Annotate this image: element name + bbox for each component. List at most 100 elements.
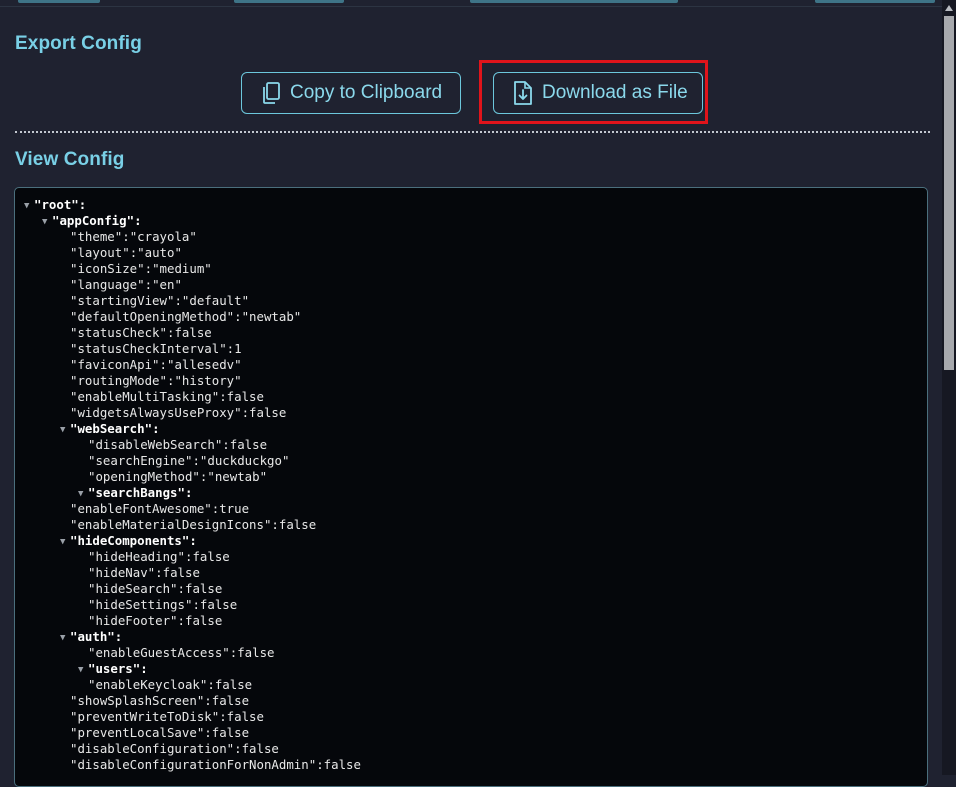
tree-node[interactable]: ▼ "users":	[78, 661, 148, 677]
config-value: "newtab"	[207, 469, 268, 484]
vertical-scrollbar[interactable]	[942, 0, 956, 775]
config-key: "language"	[70, 277, 145, 292]
export-config-heading: Export Config	[15, 33, 142, 54]
config-value: "default"	[181, 293, 250, 308]
config-key: "hideNav"	[88, 565, 156, 580]
config-key: "enableGuestAccess"	[88, 645, 230, 660]
view-config-heading: View Config	[15, 149, 125, 170]
tree-leaf: "faviconApi":"allesedv"	[70, 357, 242, 373]
config-key: "statusCheckInterval"	[70, 341, 227, 356]
config-separator: :	[152, 421, 160, 436]
config-key: "hideSearch"	[88, 581, 178, 596]
tree-node[interactable]: ▼ "webSearch":	[60, 421, 160, 437]
config-value: false	[249, 405, 287, 420]
section-divider	[15, 131, 930, 133]
config-separator: :	[192, 453, 200, 468]
tree-leaf: "hideNav":false	[88, 565, 200, 581]
tree-leaf: "defaultOpeningMethod":"newtab"	[70, 309, 301, 325]
triangle-down-icon[interactable]: ▼	[78, 486, 88, 502]
config-value: false	[323, 757, 361, 772]
highlight-annotation-box	[479, 60, 708, 124]
config-separator: :	[144, 277, 153, 292]
config-separator: :	[219, 709, 227, 724]
config-key: "hideComponents"	[70, 533, 190, 548]
tree-leaf: "layout":"auto"	[70, 245, 182, 261]
config-key: "openingMethod"	[88, 469, 200, 484]
config-key: "disableConfiguration"	[70, 741, 235, 756]
config-separator: :	[189, 533, 197, 548]
config-key: "showSplashScreen"	[70, 693, 205, 708]
triangle-down-icon[interactable]: ▼	[60, 422, 70, 438]
tree-node[interactable]: ▼ "auth":	[60, 629, 122, 645]
config-value: false	[278, 517, 317, 532]
config-separator: :	[204, 693, 212, 708]
tree-leaf: "theme":"crayola"	[70, 229, 197, 245]
config-key: "auth"	[70, 629, 115, 644]
config-key: "webSearch"	[70, 421, 153, 436]
scroll-up-arrow-icon[interactable]	[942, 0, 956, 16]
config-value: false	[211, 725, 250, 740]
tree-leaf: "iconSize":"medium"	[70, 261, 212, 277]
config-json-viewer[interactable]: ▼ "root": ▼ "appConfig": "theme":"crayola" "l…	[14, 187, 928, 787]
config-separator: :	[140, 661, 148, 676]
config-key: "searchBangs"	[88, 485, 185, 500]
triangle-down-icon[interactable]: ▼	[60, 534, 70, 550]
config-separator: :	[78, 197, 87, 212]
config-key: "enableMaterialDesignIcons"	[70, 517, 272, 532]
config-key: "statusCheck"	[70, 325, 167, 340]
config-key: "searchEngine"	[88, 453, 193, 468]
config-separator: :	[177, 613, 185, 628]
tree-node[interactable]: ▼ "hideComponents":	[60, 533, 197, 549]
config-separator: :	[234, 309, 242, 324]
config-key: "theme"	[70, 229, 123, 244]
config-key: "layout"	[70, 245, 130, 260]
config-key: "startingView"	[70, 293, 175, 308]
triangle-down-icon[interactable]: ▼	[42, 214, 52, 230]
tree-node[interactable]: ▼ "appConfig":	[42, 213, 142, 229]
tree-leaf: "showSplashScreen":false	[70, 693, 249, 709]
config-value: "duckduckgo"	[199, 453, 290, 468]
config-separator: :	[234, 741, 242, 756]
config-separator: :	[204, 725, 212, 740]
config-separator: :	[122, 229, 130, 244]
config-separator: :	[144, 261, 153, 276]
scrollbar-thumb[interactable]	[944, 16, 954, 370]
config-key: "root"	[34, 197, 79, 212]
config-separator: :	[192, 597, 200, 612]
config-separator: :	[316, 757, 324, 772]
config-separator: :	[207, 677, 215, 692]
tree-leaf: "preventWriteToDisk":false	[70, 709, 264, 725]
tree-leaf: "startingView":"default"	[70, 293, 249, 309]
triangle-down-icon[interactable]: ▼	[60, 630, 70, 646]
tree-leaf: "openingMethod":"newtab"	[88, 469, 267, 485]
config-key: "users"	[88, 661, 141, 676]
config-separator: :	[222, 437, 230, 452]
tree-leaf: "enableFontAwesome":true	[70, 501, 249, 517]
copy-button-label: Copy to Clipboard	[290, 82, 443, 103]
config-separator: :	[174, 293, 182, 308]
config-separator: :	[177, 581, 185, 596]
config-separator: :	[226, 341, 235, 356]
tree-leaf: "hideSettings":false	[88, 597, 237, 613]
config-value: false	[185, 613, 223, 628]
config-value: false	[226, 389, 264, 404]
config-key: "appConfig"	[52, 213, 135, 228]
tree-leaf: "hideSearch":false	[88, 581, 222, 597]
copy-to-clipboard-button[interactable]: Copy to Clipboard	[241, 72, 461, 114]
config-key: "preventLocalSave"	[70, 725, 205, 740]
tree-leaf: "preventLocalSave":false	[70, 725, 249, 741]
config-key: "enableKeycloak"	[88, 677, 208, 692]
triangle-down-icon[interactable]: ▼	[78, 662, 88, 678]
tree-leaf: "enableKeycloak":false	[88, 677, 252, 693]
config-separator: :	[155, 565, 163, 580]
config-separator: :	[271, 517, 279, 532]
tree-leaf: "hideFooter":false	[88, 613, 222, 629]
config-value: false	[214, 677, 253, 692]
triangle-down-icon[interactable]: ▼	[24, 198, 34, 214]
tree-node[interactable]: ▼ "searchBangs":	[78, 485, 192, 501]
tree-leaf: "searchEngine":"duckduckgo"	[88, 453, 289, 469]
tree-node[interactable]: ▼ "root":	[24, 197, 86, 213]
config-value: "en"	[152, 277, 182, 292]
config-separator: :	[159, 357, 167, 372]
config-value: "medium"	[152, 261, 212, 276]
